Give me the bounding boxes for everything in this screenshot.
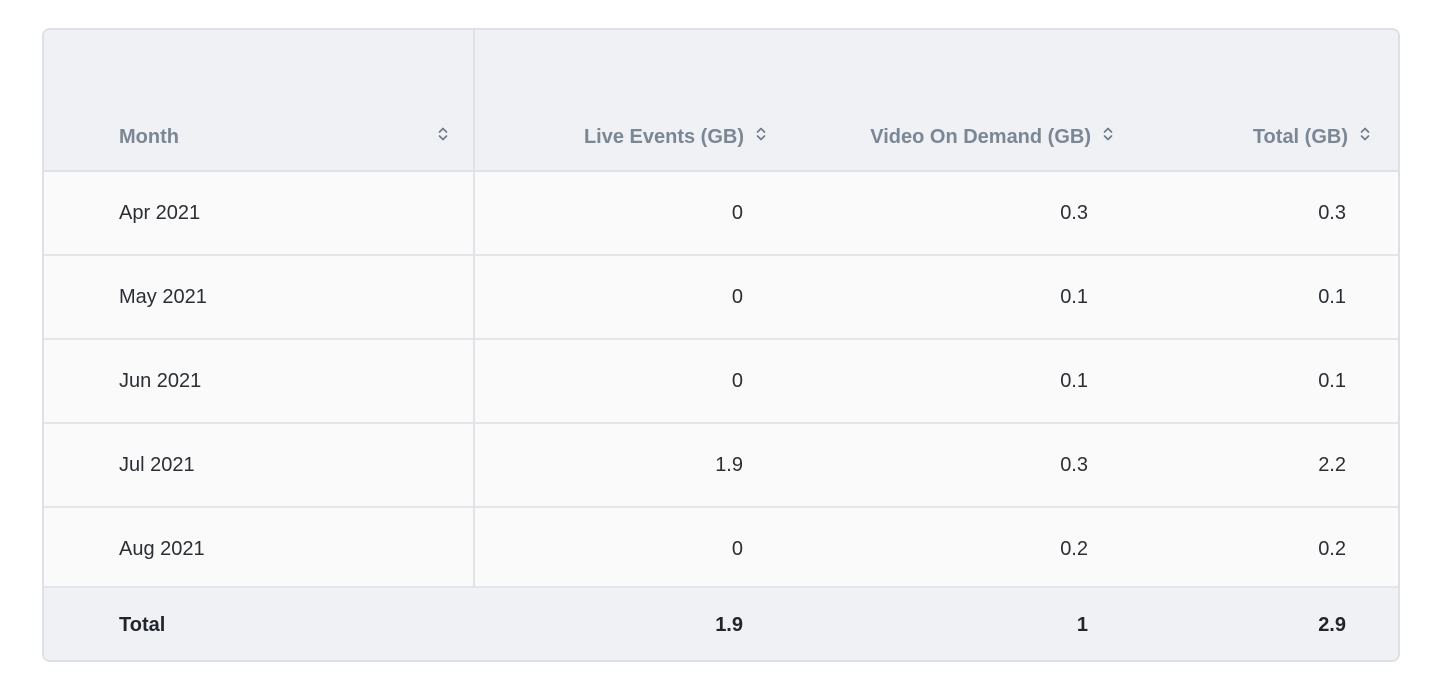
live-events-cell: 1.9 [715, 454, 743, 476]
live-events-cell: 0 [731, 202, 743, 224]
column-header-live-events[interactable]: Live Events (GB) [584, 126, 766, 149]
column-header-label: Live Events (GB) [583, 126, 744, 148]
table-row: May 2021 0 0.1 0.1 [44, 256, 1398, 340]
total-cell: 0.1 [1318, 286, 1346, 308]
total-live-events: 1.9 [715, 614, 743, 636]
table-header-row: Month Live Events (GB) Video On Demand (… [44, 30, 1398, 172]
total-label: Total [119, 614, 166, 636]
column-header-label: Video On Demand (GB) [870, 126, 1091, 148]
live-events-cell: 0 [731, 370, 743, 392]
month-cell: Jul 2021 [119, 454, 195, 476]
video-on-demand-cell: 0.1 [1060, 286, 1088, 308]
sort-icon[interactable] [756, 126, 766, 142]
sort-icon[interactable] [1103, 126, 1113, 142]
video-on-demand-cell: 0.1 [1060, 370, 1088, 392]
total-gb: 2.9 [1318, 614, 1346, 636]
usage-table: Month Live Events (GB) Video On Demand (… [42, 28, 1400, 662]
month-cell: Jun 2021 [119, 370, 202, 392]
month-cell: Aug 2021 [119, 538, 205, 560]
sort-icon[interactable] [1360, 126, 1370, 142]
live-events-cell: 0 [731, 286, 743, 308]
column-header-label: Total (GB) [1252, 126, 1348, 148]
table-row: Aug 2021 0 0.2 0.2 [44, 508, 1398, 588]
month-cell: May 2021 [119, 286, 207, 308]
table-footer-total-row: Total 1.9 1 2.9 [44, 588, 1398, 660]
total-cell: 2.2 [1318, 454, 1346, 476]
sort-icon[interactable] [438, 126, 448, 142]
total-cell: 0.2 [1318, 538, 1346, 560]
column-header-video-on-demand[interactable]: Video On Demand (GB) [870, 126, 1113, 149]
video-on-demand-cell: 0.3 [1060, 454, 1088, 476]
month-cell: Apr 2021 [119, 202, 201, 224]
column-header-total[interactable]: Total (GB) [1253, 126, 1370, 149]
live-events-cell: 0 [731, 538, 743, 560]
column-header-label: Month [119, 126, 179, 148]
table-row: Apr 2021 0 0.3 0.3 [44, 172, 1398, 256]
total-cell: 0.3 [1318, 202, 1346, 224]
table-row: Jun 2021 0 0.1 0.1 [44, 340, 1398, 424]
column-divider [473, 30, 475, 588]
column-header-month[interactable]: Month [119, 126, 179, 149]
total-cell: 0.1 [1318, 370, 1346, 392]
table-row: Jul 2021 1.9 0.3 2.2 [44, 424, 1398, 508]
video-on-demand-cell: 0.3 [1060, 202, 1088, 224]
video-on-demand-cell: 0.2 [1060, 538, 1088, 560]
total-video-on-demand: 1 [1076, 614, 1088, 636]
